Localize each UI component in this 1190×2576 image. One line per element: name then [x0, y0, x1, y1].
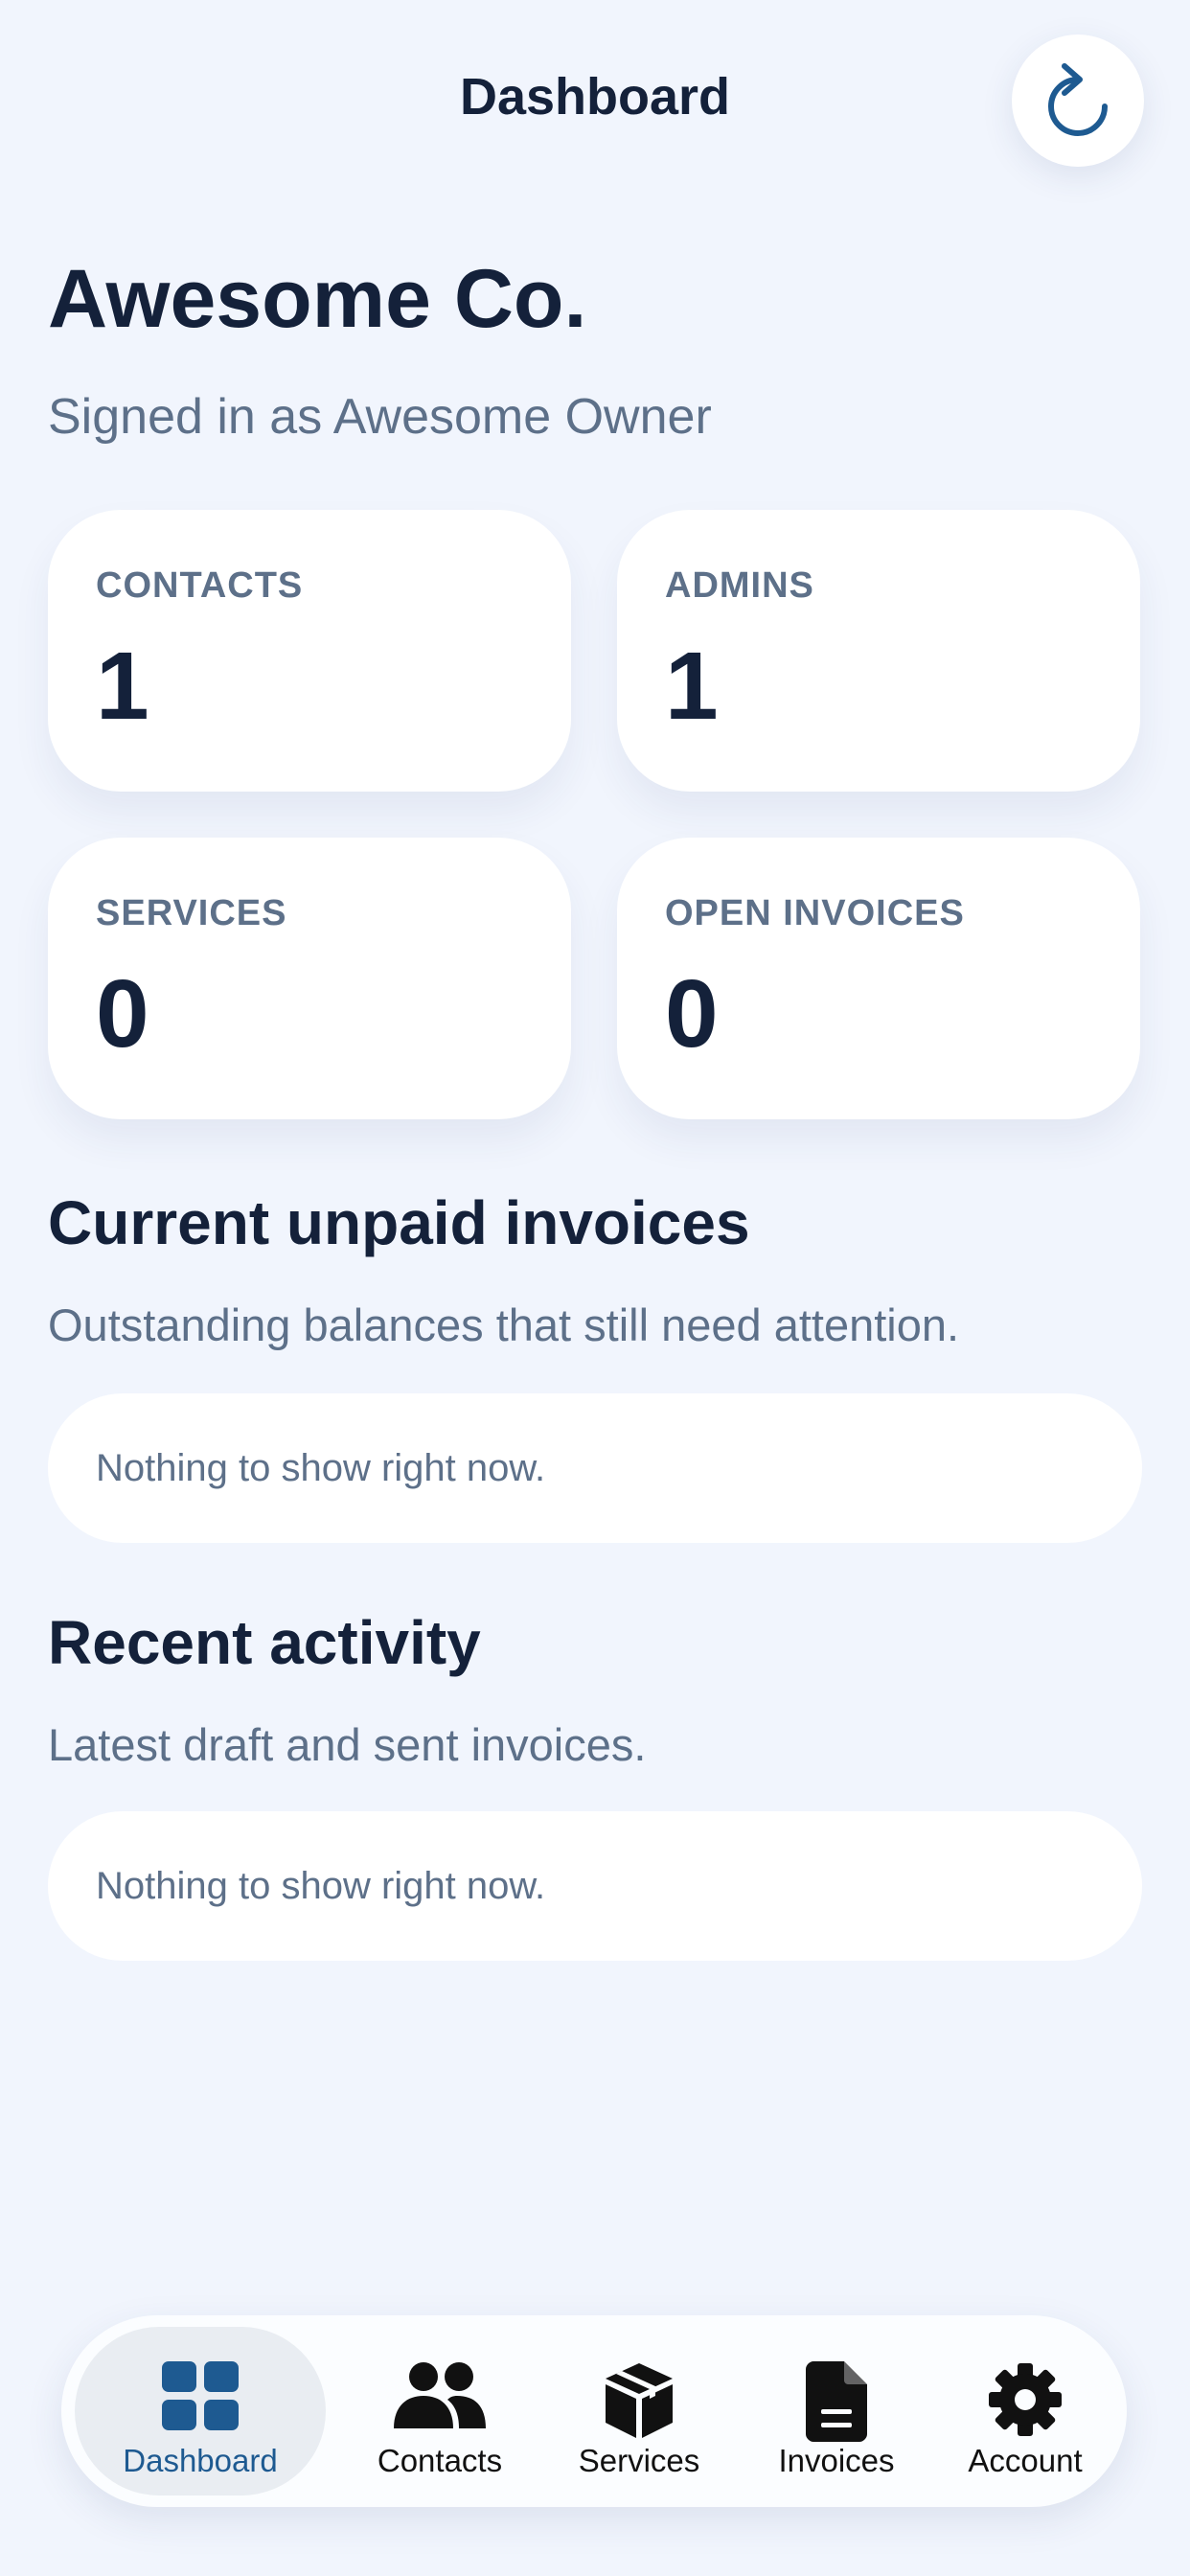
tab-label: Invoices: [778, 2443, 895, 2478]
stat-label: ADMINS: [665, 565, 814, 606]
signed-in-text: Signed in as Awesome Owner: [48, 389, 712, 445]
tab-invoices[interactable]: Invoices: [738, 2327, 935, 2496]
unpaid-invoices-empty-card: Nothing to show right now.: [48, 1393, 1142, 1543]
stat-card-services: SERVICES 0: [48, 838, 571, 1119]
stat-value: 1: [96, 632, 149, 740]
tab-label: Services: [578, 2443, 700, 2478]
unpaid-invoices-title: Current unpaid invoices: [48, 1188, 750, 1257]
tab-label: Account: [968, 2443, 1083, 2478]
stat-card-open-invoices: OPEN INVOICES 0: [617, 838, 1140, 1119]
company-name: Awesome Co.: [48, 253, 587, 345]
empty-state-text: Nothing to show right now.: [96, 1447, 546, 1489]
refresh-button[interactable]: [1012, 34, 1144, 167]
empty-state-text: Nothing to show right now.: [96, 1865, 546, 1907]
recent-activity-empty-card: Nothing to show right now.: [48, 1811, 1142, 1961]
tab-label: Contacts: [377, 2443, 503, 2478]
box-icon: [606, 2363, 673, 2438]
grid-icon: [162, 2361, 239, 2430]
stat-value: 1: [665, 632, 719, 740]
document-icon: [806, 2361, 867, 2442]
tab-contacts[interactable]: Contacts: [339, 2327, 540, 2496]
tab-bar: Dashboard Contacts Services Invoices Acc…: [61, 2315, 1127, 2507]
tab-dashboard[interactable]: Dashboard: [75, 2327, 326, 2496]
tab-label: Dashboard: [123, 2443, 278, 2478]
stat-label: CONTACTS: [96, 565, 304, 606]
stat-value: 0: [96, 960, 149, 1068]
recent-activity-subtitle: Latest draft and sent invoices.: [48, 1719, 647, 1770]
stat-card-admins: ADMINS 1: [617, 510, 1140, 792]
recent-activity-title: Recent activity: [48, 1608, 481, 1677]
tab-account[interactable]: Account: [935, 2327, 1115, 2496]
stat-card-contacts: CONTACTS 1: [48, 510, 571, 792]
stat-label: OPEN INVOICES: [665, 893, 965, 933]
people-icon: [394, 2362, 486, 2428]
unpaid-invoices-subtitle: Outstanding balances that still need att…: [48, 1300, 960, 1350]
gear-icon: [989, 2363, 1062, 2436]
stat-value: 0: [665, 960, 719, 1068]
tab-services[interactable]: Services: [540, 2327, 738, 2496]
stat-label: SERVICES: [96, 893, 287, 933]
refresh-icon: [1048, 63, 1108, 136]
